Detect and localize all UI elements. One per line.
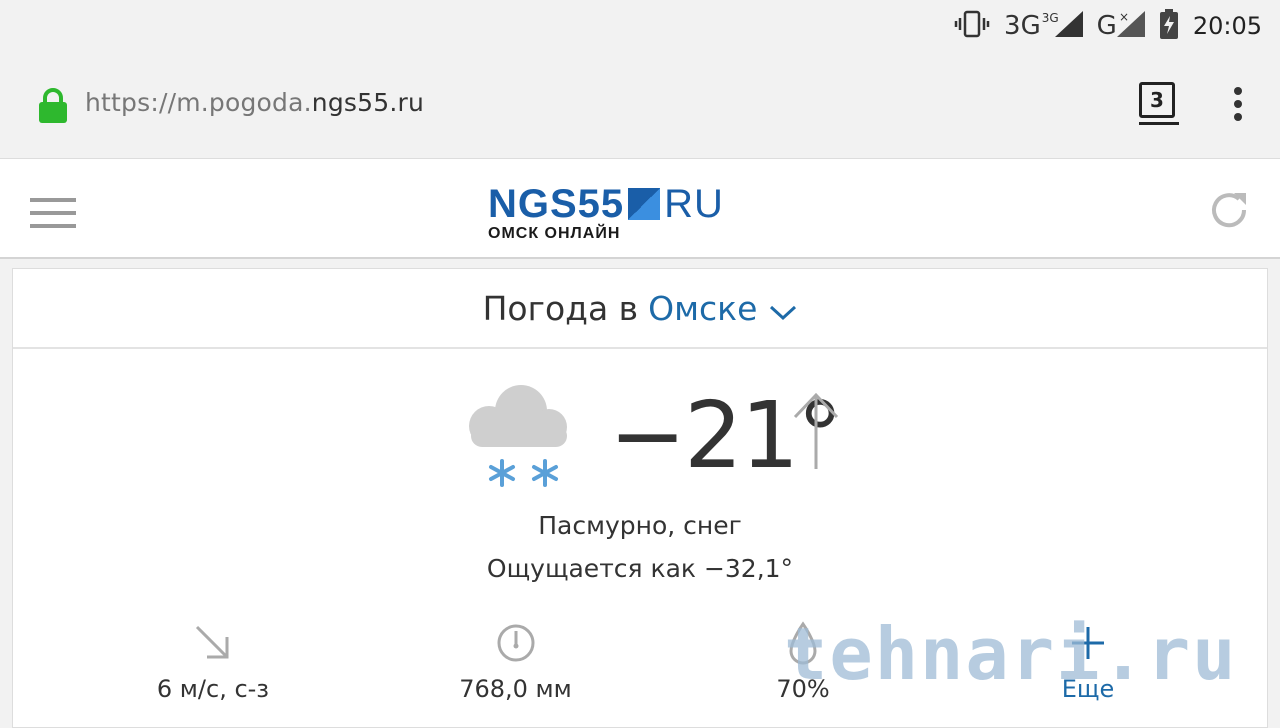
logo-subtitle: ОМСК ОНЛАЙН — [488, 225, 621, 242]
humidity-stat: 70% — [753, 621, 853, 703]
cloud-snow-icon — [459, 381, 579, 500]
humidity-value: 70% — [776, 675, 830, 703]
logo-square-icon — [628, 188, 661, 220]
title-prefix: Погода в — [482, 288, 639, 328]
clock: 20:05 — [1192, 12, 1262, 40]
refresh-icon[interactable] — [1206, 187, 1252, 237]
weather-condition: Пасмурно, снег — [538, 511, 742, 540]
status-icons: 3G 3G G × 20:05 — [954, 8, 1262, 44]
lock-icon[interactable] — [38, 88, 68, 128]
url-prefix: https://m.pogoda. — [85, 88, 312, 117]
chevron-down-icon[interactable] — [769, 291, 797, 330]
hamburger-menu-icon[interactable] — [30, 197, 76, 235]
arrow-up-icon — [791, 391, 841, 475]
water-drop-icon — [753, 621, 853, 665]
wind-value: 6 м/с, с-з — [156, 675, 270, 703]
city-selector[interactable]: Омске — [648, 289, 757, 328]
svg-text:×: × — [1119, 11, 1129, 24]
network-3g: 3G 3G — [1004, 11, 1083, 41]
pressure-stat: 768,0 мм — [443, 621, 588, 703]
battery-charging-icon — [1159, 9, 1179, 43]
more-stat[interactable]: Еще — [1043, 621, 1133, 703]
wind-stat: 6 м/с, с-з — [143, 621, 283, 703]
plus-icon — [1043, 621, 1133, 665]
logo-wordmark: NGS55 RU — [488, 182, 724, 226]
signal-3g-icon — [1054, 11, 1083, 37]
url-host: ngs55.ru — [311, 88, 425, 117]
wind-arrow-icon — [143, 621, 283, 665]
weather-title: Погода в Омске — [13, 269, 1267, 349]
vibrate-icon — [954, 10, 990, 42]
signal-g-icon: × — [1116, 11, 1145, 37]
site-header: NGS55 RU ОМСК ОНЛАЙН — [0, 158, 1280, 259]
feels-like: Ощущается как −32,1° — [486, 554, 794, 583]
pressure-value: 768,0 мм — [459, 675, 572, 703]
pressure-gauge-icon — [443, 621, 588, 665]
url-field[interactable]: https://m.pogoda.ngs55.ru — [85, 88, 424, 117]
more-link[interactable]: Еще — [1043, 675, 1133, 703]
overflow-menu-icon[interactable] — [1228, 86, 1248, 126]
tabs-button-underline — [1139, 122, 1179, 125]
weather-card: Погода в Омске −21° Пасмурно, снег Ощуща… — [12, 268, 1268, 728]
network-g: G × — [1097, 11, 1145, 41]
tabs-button[interactable]: 3 — [1139, 82, 1175, 118]
status-bar: 3G 3G G × 20:05 — [0, 0, 1280, 50]
site-logo[interactable]: NGS55 RU ОМСК ОНЛАЙН — [488, 183, 724, 243]
